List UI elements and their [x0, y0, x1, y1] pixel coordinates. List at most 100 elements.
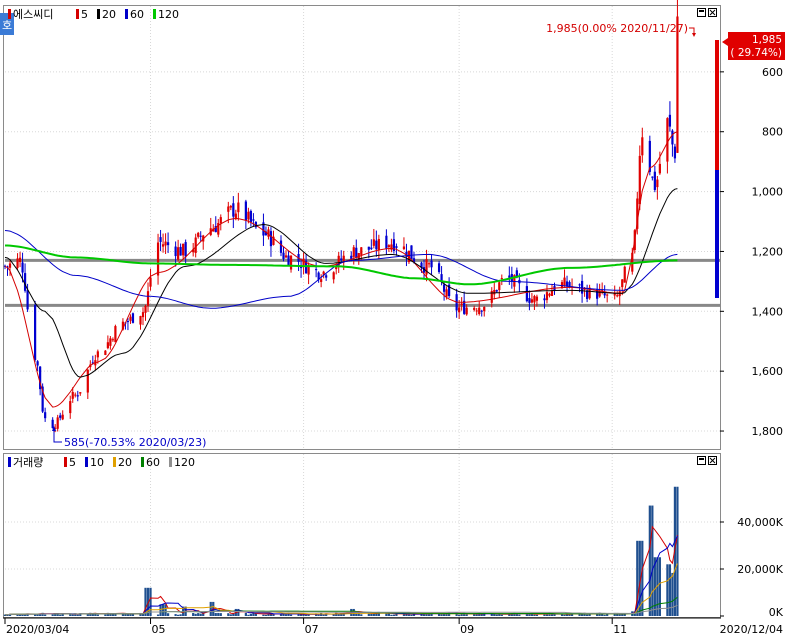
candle-body: [430, 260, 433, 268]
price-range-bar: [715, 40, 719, 298]
maximize-icon-bar: [699, 10, 704, 12]
price-y-tick-label: 1,200: [752, 245, 784, 258]
price-panel-title: 에스씨디: [13, 8, 53, 21]
volume-bar: [197, 613, 200, 616]
legend-label: 5: [81, 8, 88, 21]
candle-body: [342, 255, 345, 261]
price-y-tick-label: 1,600: [752, 365, 784, 378]
volume-bar: [658, 557, 661, 616]
candle-body: [126, 320, 130, 323]
legend-swatch: [85, 457, 88, 467]
candle-body: [666, 118, 669, 162]
low-annotation-label: 585(-70.53% 2020/03/23): [64, 436, 206, 449]
volume-bar: [36, 614, 39, 616]
volume-bar: [249, 613, 252, 616]
candle-body: [149, 277, 152, 287]
volume-bar: [159, 604, 162, 616]
volume-bar: [560, 614, 564, 616]
x-axis-tick-label: 11: [613, 623, 627, 636]
candle-body: [673, 146, 677, 159]
volume-bar: [192, 612, 195, 616]
candle-body: [174, 246, 177, 257]
candle-body: [671, 130, 674, 145]
volume-bar: [114, 614, 117, 616]
legend-swatch: [141, 457, 144, 467]
volume-bar: [641, 540, 644, 616]
maximize-icon[interactable]: [697, 8, 706, 17]
volume-bar: [59, 614, 62, 616]
maximize-icon[interactable]: [697, 456, 706, 465]
volume-bar: [164, 604, 167, 616]
volume-bar: [676, 486, 679, 616]
candle-body: [548, 293, 551, 296]
candle-body: [478, 307, 481, 315]
candle-body: [560, 282, 564, 288]
legend-swatch: [64, 457, 67, 467]
x-axis-end-label: 2020/12/04: [720, 623, 783, 636]
volume-bar: [618, 614, 621, 616]
candle-body: [34, 305, 37, 360]
candle-body: [299, 267, 303, 269]
candle-body: [493, 289, 496, 295]
volume-bar: [402, 614, 406, 616]
candle-body: [606, 294, 609, 296]
volume-bar: [440, 614, 443, 616]
volume-bar: [621, 614, 624, 616]
candle-body: [111, 339, 114, 341]
candle-body: [350, 255, 353, 259]
candle-body: [533, 296, 536, 303]
candle-body: [653, 171, 656, 190]
volume-legend-marker: [8, 457, 11, 467]
candle-body: [442, 284, 446, 292]
volume-bar: [390, 614, 393, 616]
volume-bar: [360, 614, 363, 616]
volume-bar: [586, 614, 589, 616]
candle-body: [219, 217, 222, 224]
candle-body: [234, 213, 237, 219]
volume-bar: [227, 613, 230, 616]
legend-swatch: [169, 457, 172, 467]
volume-bar: [385, 613, 388, 616]
candle-body: [247, 211, 250, 220]
volume-bar: [651, 505, 654, 616]
candle-body: [325, 275, 328, 278]
candle-body: [375, 240, 378, 250]
volume-bar: [161, 604, 165, 616]
candle-body: [656, 179, 659, 188]
volume-bar: [44, 614, 47, 616]
candle-body: [159, 237, 162, 242]
volume-bar: [648, 505, 651, 616]
candle-body: [18, 257, 22, 263]
price-y-tick-label: 1,800: [752, 425, 784, 438]
volume-bar: [209, 601, 212, 616]
candle-body: [279, 240, 283, 253]
price-legend-marker: [8, 9, 11, 19]
candle-body: [199, 235, 202, 237]
legend-swatch: [113, 457, 116, 467]
volume-bar: [199, 613, 202, 616]
candle-body: [184, 242, 187, 257]
candle-body: [71, 392, 74, 399]
candle-body: [56, 417, 59, 429]
volume-bar: [104, 614, 107, 616]
candle-body: [144, 305, 147, 313]
volume-bar: [194, 613, 197, 616]
candle-body: [437, 263, 441, 273]
candle-body: [550, 290, 554, 296]
volume-bar: [214, 613, 217, 616]
candle-body: [69, 401, 72, 414]
volume-bar: [473, 614, 476, 616]
candle-body: [460, 303, 463, 306]
candle-body: [164, 241, 167, 246]
high-annotation: 1,985(0.00% 2020/11/27): [546, 22, 696, 37]
candle-body: [76, 395, 79, 397]
candle-body: [500, 278, 503, 280]
volume-bar: [322, 614, 325, 616]
volume-bar: [247, 614, 250, 616]
volume-bar: [671, 572, 674, 616]
candle-body: [197, 232, 200, 237]
candle-body: [269, 231, 273, 247]
legend-label: 60: [146, 456, 160, 469]
current-price-tag: 1,985 ( 29.74%): [722, 32, 785, 60]
candle-body: [194, 237, 197, 253]
